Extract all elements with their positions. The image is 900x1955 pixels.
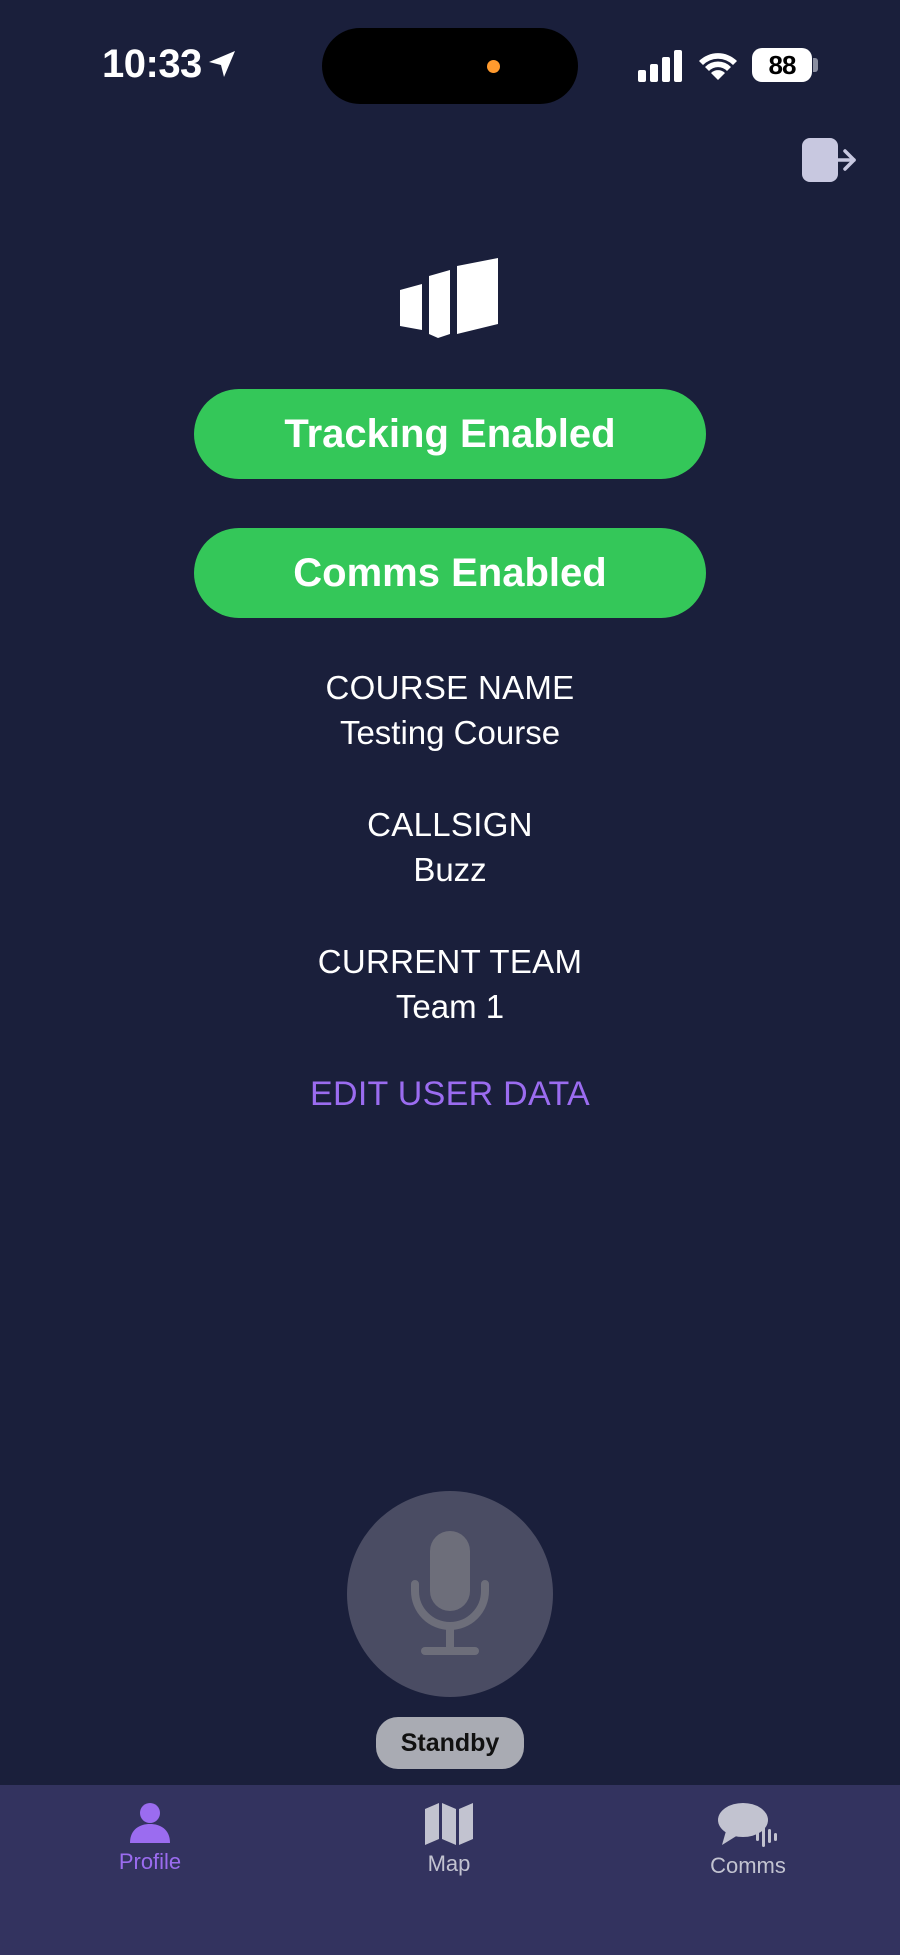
microphone-icon [411,1531,489,1655]
tab-comms-label: Comms [710,1853,786,1878]
current-team-label: CURRENT TEAM [317,943,583,980]
mic-status-badge: Standby [376,1717,524,1769]
course-name-label: COURSE NAME [325,669,575,706]
status-time: 10:33 [102,42,202,86]
tab-profile-label: Profile [118,1849,182,1874]
cellular-signal-icon [638,50,682,82]
person-icon [130,1803,170,1843]
privacy-indicator-dot [487,60,500,73]
comms-enabled-button[interactable]: Comms Enabled [194,528,706,618]
callsign-value: Buzz [413,851,487,888]
tracking-enabled-button[interactable]: Tracking Enabled [194,389,706,479]
course-name-section: COURSE NAME Testing Course [0,666,900,756]
course-name-value: Testing Course [339,714,561,751]
tab-bar: Profile Map Comms [0,1785,900,1955]
edit-user-data-link[interactable]: EDIT USER DATA [0,1075,900,1114]
tab-map[interactable]: Map [349,1785,549,1895]
tab-profile[interactable]: Profile [50,1785,250,1895]
tab-map-label: Map [427,1851,471,1876]
current-team-value: Team 1 [395,988,505,1025]
battery-level: 88 [768,49,797,80]
location-arrow-icon [209,51,235,77]
map-icon [425,1803,473,1845]
dynamic-island [322,28,578,104]
callsign-label: CALLSIGN [367,806,533,843]
current-team-section: CURRENT TEAM Team 1 [0,940,900,1030]
callsign-section: CALLSIGN Buzz [0,803,900,893]
battery-icon: 88 [752,48,812,82]
profile-screen: 10:33 88 Tracking Enabled Comms Enabled … [0,0,900,1955]
chat-bubbles-icon [718,1803,777,1847]
status-bar: 10:33 88 [0,0,900,130]
bar-logo-icon [400,258,498,338]
tab-comms[interactable]: Comms [648,1785,848,1895]
push-to-talk-button[interactable] [347,1491,553,1697]
battery-nub [813,58,818,72]
wifi-icon [699,53,737,80]
logout-icon[interactable] [800,134,858,186]
